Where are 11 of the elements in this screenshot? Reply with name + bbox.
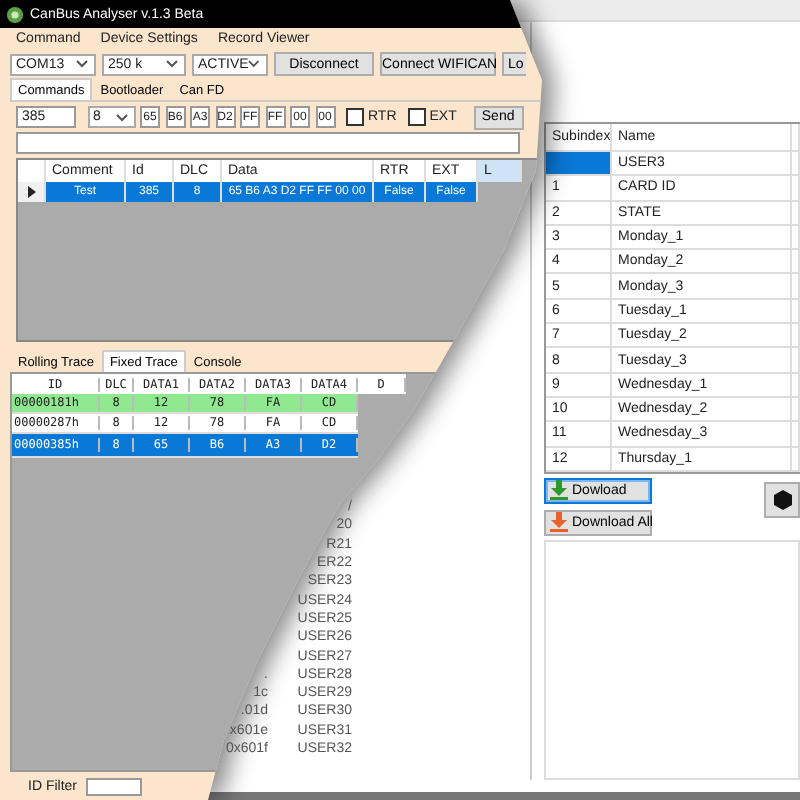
id-filter-field[interactable] — [85, 777, 141, 795]
text-field[interactable] — [16, 132, 520, 154]
caret-icon — [115, 113, 127, 121]
checkbox[interactable] — [346, 108, 364, 126]
caret-icon — [76, 60, 88, 68]
caret-icon — [166, 60, 178, 68]
caret-icon — [248, 60, 260, 68]
checkbox[interactable] — [407, 108, 426, 126]
side-button[interactable] — [764, 481, 800, 518]
app-icon — [6, 5, 24, 23]
row-pointer-icon — [27, 186, 35, 198]
